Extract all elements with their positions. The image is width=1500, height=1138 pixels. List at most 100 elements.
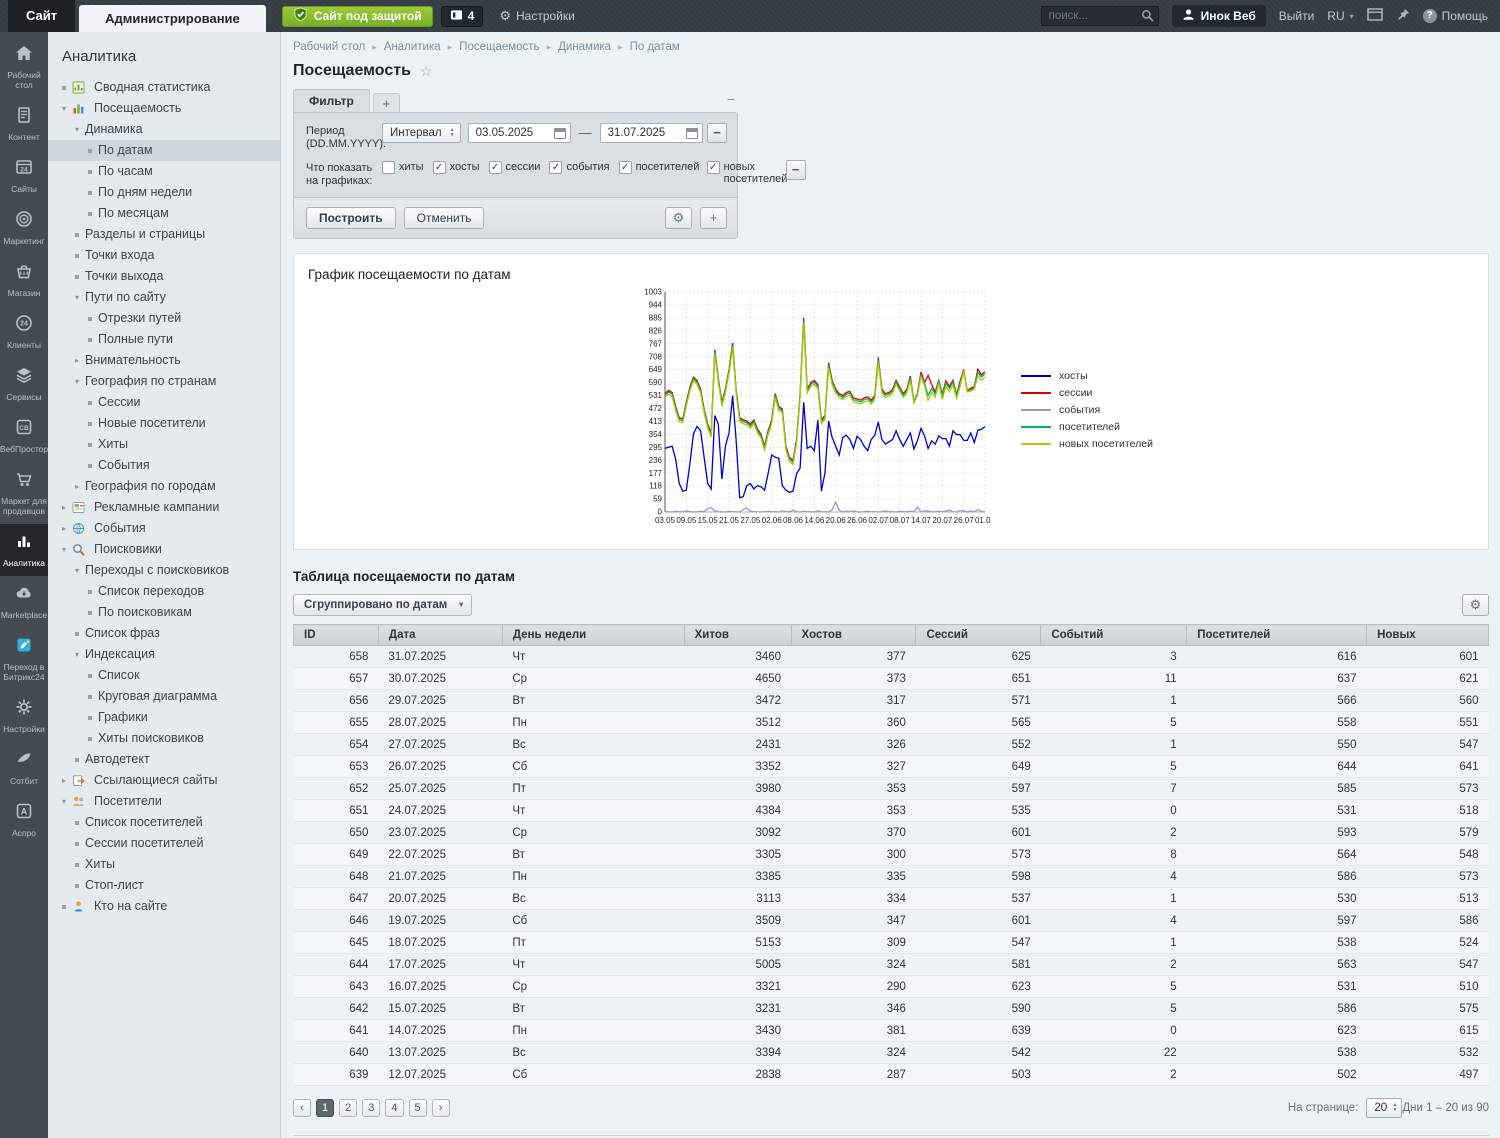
site-protected-button[interactable]: Сайт под защитой xyxy=(282,6,433,27)
table-cell-link[interactable]: 597 xyxy=(1187,910,1367,932)
filter-tab[interactable]: Фильтр xyxy=(293,89,370,112)
sidebar-item[interactable]: Стоп-лист xyxy=(48,875,280,896)
per-page-select[interactable]: 20 ▲▼ xyxy=(1366,1098,1402,1118)
table-cell-link[interactable]: 590 xyxy=(916,998,1041,1020)
table-cell-link[interactable]: 615 xyxy=(1367,1020,1489,1042)
table-cell-link[interactable]: 558 xyxy=(1187,712,1367,734)
table-cell-link[interactable]: 4384 xyxy=(684,800,791,822)
table-cell-link[interactable]: 651 xyxy=(916,668,1041,690)
filter-checkbox[interactable]: ✓сессии xyxy=(489,161,541,185)
table-cell-link[interactable]: 513 xyxy=(1367,888,1489,910)
remove-show-row-button[interactable]: − xyxy=(786,160,806,180)
sidebar-item[interactable]: По месяцам xyxy=(48,203,280,224)
table-cell-link[interactable]: 601 xyxy=(1367,646,1489,668)
table-cell-link[interactable]: 586 xyxy=(1187,998,1367,1020)
sidebar-item[interactable]: Хиты xyxy=(48,854,280,875)
table-cell-link[interactable]: 1 xyxy=(1041,888,1187,910)
table-cell-link[interactable]: 547 xyxy=(1367,734,1489,756)
table-cell-link[interactable]: 3509 xyxy=(684,910,791,932)
filter-add-button[interactable]: + xyxy=(700,207,727,229)
table-cell-link[interactable]: 2838 xyxy=(684,1064,791,1086)
table-cell-link[interactable]: 586 xyxy=(1187,866,1367,888)
rail-item-analytics[interactable]: Аналитика xyxy=(0,524,48,576)
table-cell-link[interactable]: 564 xyxy=(1187,844,1367,866)
table-cell-link[interactable]: 639 xyxy=(916,1020,1041,1042)
rail-item-bitrix24[interactable]: Переход в Битрикс24 xyxy=(0,628,48,690)
table-cell-link[interactable]: 573 xyxy=(916,844,1041,866)
table-cell-link[interactable]: 0 xyxy=(1041,1020,1187,1042)
sidebar-item[interactable]: ▾Посетители xyxy=(48,791,280,812)
group-by-dropdown[interactable]: Сгруппировано по датам ▾ xyxy=(293,594,472,616)
filter-checkbox[interactable]: ✓посетителей xyxy=(619,161,698,185)
page-button[interactable]: 2 xyxy=(339,1099,357,1117)
rail-item-marketplace[interactable]: Marketplace xyxy=(0,576,48,628)
table-cell-link[interactable]: 597 xyxy=(916,778,1041,800)
table-cell-link[interactable]: 601 xyxy=(916,822,1041,844)
table-cell-link[interactable]: 5 xyxy=(1041,756,1187,778)
rail-item-webprostor[interactable]: СВВебПростор xyxy=(0,410,48,462)
rail-item-home[interactable]: Рабочий стол xyxy=(0,36,48,98)
table-cell-link[interactable]: 585 xyxy=(1187,778,1367,800)
table-cell-link[interactable]: 566 xyxy=(1187,690,1367,712)
table-cell-link[interactable]: 22 xyxy=(1041,1042,1187,1064)
table-cell-link[interactable]: 575 xyxy=(1367,998,1489,1020)
column-header[interactable]: Дата xyxy=(378,625,502,646)
sidebar-item[interactable]: Графики xyxy=(48,707,280,728)
table-cell-link[interactable]: 644 xyxy=(1187,756,1367,778)
table-cell-link[interactable]: 637 xyxy=(1187,668,1367,690)
breadcrumb-item[interactable]: Динамика xyxy=(558,41,611,53)
sidebar-item[interactable]: Точки выхода xyxy=(48,266,280,287)
table-cell-link[interactable]: 2 xyxy=(1041,1064,1187,1086)
breadcrumb-item[interactable]: По датам xyxy=(630,41,680,53)
table-cell-link[interactable]: 4650 xyxy=(684,668,791,690)
rail-item-sotbit[interactable]: Сотбит xyxy=(0,742,48,794)
table-cell-link[interactable]: 581 xyxy=(916,954,1041,976)
rail-item-services[interactable]: Сервисы xyxy=(0,358,48,410)
table-cell-link[interactable]: 616 xyxy=(1187,646,1367,668)
table-cell-link[interactable]: 621 xyxy=(1367,668,1489,690)
date-from-input[interactable]: 03.05.2025 xyxy=(468,123,571,143)
prev-page-button[interactable]: ‹ xyxy=(293,1099,311,1117)
table-cell-link[interactable]: 5005 xyxy=(684,954,791,976)
table-cell-link[interactable]: 3430 xyxy=(684,1020,791,1042)
table-cell-link[interactable]: 3092 xyxy=(684,822,791,844)
logout-link[interactable]: Выйти xyxy=(1279,9,1315,23)
sidebar-item[interactable]: Кто на сайте xyxy=(48,896,280,917)
sidebar-item[interactable]: ▾Посещаемость xyxy=(48,98,280,119)
table-cell-link[interactable]: 0 xyxy=(1041,800,1187,822)
sidebar-item[interactable]: Список фраз xyxy=(48,623,280,644)
table-cell-link[interactable]: 3 xyxy=(1041,646,1187,668)
table-cell-link[interactable]: 510 xyxy=(1367,976,1489,998)
add-filter-tab-button[interactable]: + xyxy=(373,93,400,112)
table-cell-link[interactable]: 601 xyxy=(916,910,1041,932)
table-cell-link[interactable]: 542 xyxy=(916,1042,1041,1064)
table-cell-link[interactable]: 3385 xyxy=(684,866,791,888)
table-cell-link[interactable]: 3472 xyxy=(684,690,791,712)
table-cell-link[interactable]: 586 xyxy=(1367,910,1489,932)
sidebar-item[interactable]: Сводная статистика xyxy=(48,77,280,98)
table-cell-link[interactable]: 579 xyxy=(1367,822,1489,844)
page-button[interactable]: 5 xyxy=(409,1099,427,1117)
sidebar-item[interactable]: Сессии посетителей xyxy=(48,833,280,854)
column-header[interactable]: Хостов xyxy=(791,625,916,646)
table-cell-link[interactable]: 641 xyxy=(1367,756,1489,778)
table-cell-link[interactable]: 547 xyxy=(916,932,1041,954)
table-cell-link[interactable]: 573 xyxy=(1367,778,1489,800)
table-cell-link[interactable]: 551 xyxy=(1367,712,1489,734)
filter-checkbox[interactable]: ✓хосты xyxy=(433,161,480,185)
table-cell-link[interactable]: 2431 xyxy=(684,734,791,756)
breadcrumb-item[interactable]: Рабочий стол xyxy=(293,41,365,53)
table-cell-link[interactable]: 1 xyxy=(1041,932,1187,954)
sidebar-item[interactable]: Полные пути xyxy=(48,329,280,350)
table-cell-link[interactable]: 3394 xyxy=(684,1042,791,1064)
sidebar-item[interactable]: ▸События xyxy=(48,518,280,539)
favorite-star-icon[interactable]: ☆ xyxy=(420,63,433,80)
rail-item-sites[interactable]: 24Сайты xyxy=(0,150,48,202)
sidebar-item[interactable]: По поисковикам xyxy=(48,602,280,623)
date-to-input[interactable]: 31.07.2025 xyxy=(600,123,703,143)
table-cell-link[interactable]: 3460 xyxy=(684,646,791,668)
rail-item-settings[interactable]: Настройки xyxy=(0,690,48,742)
sidebar-item[interactable]: Точки входа xyxy=(48,245,280,266)
rail-item-market-sellers[interactable]: Маркет для продавцов xyxy=(0,462,48,524)
table-settings-button[interactable]: ⚙ xyxy=(1462,594,1489,616)
